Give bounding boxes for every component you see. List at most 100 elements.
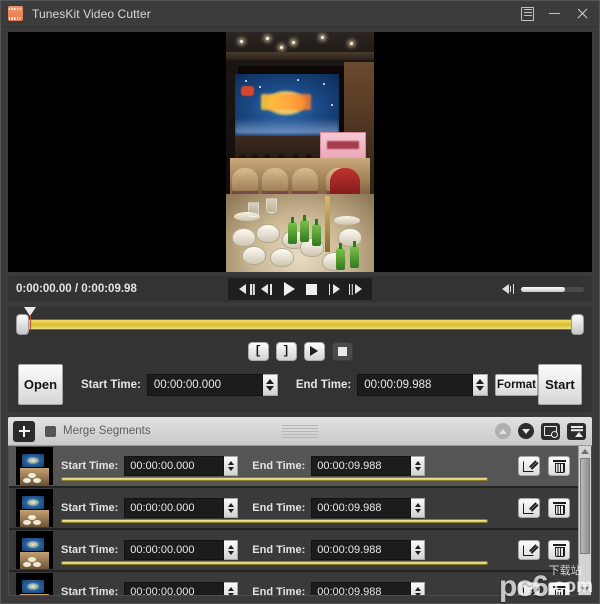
start-button[interactable]: Start — [537, 364, 583, 405]
spinner-up-icon[interactable] — [414, 545, 421, 549]
end-time-field[interactable]: 00:00:09.988 — [357, 373, 489, 396]
stage-screen — [235, 74, 339, 136]
speaker-icon[interactable] — [502, 283, 515, 295]
row-start-stepper[interactable] — [224, 456, 239, 476]
drag-grip-icon[interactable] — [282, 424, 318, 438]
spinner-up-icon[interactable] — [414, 503, 421, 507]
ceiling — [226, 32, 374, 66]
end-time-stepper[interactable] — [473, 373, 489, 396]
row-range-bar[interactable] — [61, 519, 488, 523]
row-start-input[interactable]: 00:00:00.000 — [124, 540, 225, 560]
minimize-button[interactable] — [541, 3, 568, 25]
trash-icon[interactable] — [548, 456, 570, 476]
row-start-stepper[interactable] — [224, 498, 239, 518]
row-end-input[interactable]: 00:00:09.988 — [311, 582, 412, 595]
spinner-up-icon[interactable] — [265, 378, 274, 384]
previous-frame-button[interactable] — [235, 279, 255, 299]
row-range-bar[interactable] — [61, 477, 488, 481]
set-end-marker-button[interactable]: ] — [275, 341, 297, 361]
next-frame-button[interactable] — [345, 279, 365, 299]
stop-button[interactable] — [301, 279, 321, 299]
transport-controls — [228, 278, 372, 300]
scroll-up-arrow-icon[interactable] — [581, 449, 589, 454]
trim-end-handle-icon[interactable] — [571, 314, 584, 335]
volume-slider[interactable] — [521, 286, 584, 292]
menu-button[interactable] — [514, 3, 541, 25]
edit-icon[interactable] — [518, 498, 540, 518]
row-start-stepper[interactable] — [224, 540, 239, 560]
row-start-stepper[interactable] — [224, 582, 239, 595]
row-end-stepper[interactable] — [411, 498, 426, 518]
spinner-up-icon[interactable] — [227, 587, 234, 591]
end-time-label: End Time: — [295, 378, 352, 391]
move-down-button[interactable] — [518, 423, 534, 439]
timeline-track[interactable] — [22, 319, 578, 330]
edit-icon[interactable] — [518, 456, 540, 476]
play-button[interactable] — [279, 279, 299, 299]
scrollbar-thumb[interactable] — [580, 458, 590, 554]
row-end-input[interactable]: 00:00:09.988 — [311, 540, 412, 560]
spinner-down-icon[interactable] — [414, 593, 421, 595]
stop-preview-button[interactable] — [331, 341, 353, 361]
edit-icon[interactable] — [518, 582, 540, 595]
table-row[interactable]: Start Time: 00:00:00.000 End Time: 00:00… — [9, 572, 578, 595]
scrollbar-icon[interactable] — [578, 446, 591, 595]
move-up-button[interactable] — [495, 423, 511, 439]
trash-icon[interactable] — [548, 540, 570, 560]
spinner-down-icon[interactable] — [414, 467, 421, 471]
set-start-marker-button[interactable]: [ — [247, 341, 269, 361]
volume-control[interactable] — [502, 283, 584, 295]
spinner-down-icon[interactable] — [414, 551, 421, 555]
minimize-icon — [549, 12, 560, 15]
segments-header: Merge Segments — [8, 417, 592, 446]
start-time-input[interactable]: 00:00:00.000 — [146, 373, 263, 396]
trash-icon[interactable] — [548, 498, 570, 518]
spinner-down-icon[interactable] — [476, 385, 485, 391]
end-time-input[interactable]: 00:00:09.988 — [357, 373, 474, 396]
row-end-input[interactable]: 00:00:09.988 — [311, 498, 412, 518]
marker-buttons: [ ] — [8, 339, 592, 363]
step-forward-button[interactable] — [323, 279, 343, 299]
row-start-input[interactable]: 00:00:00.000 — [124, 456, 225, 476]
spinner-up-icon[interactable] — [227, 503, 234, 507]
spinner-down-icon[interactable] — [227, 593, 234, 595]
row-end-stepper[interactable] — [411, 456, 426, 476]
open-button[interactable]: Open — [18, 364, 63, 405]
spinner-down-icon[interactable] — [227, 509, 234, 513]
close-button[interactable] — [568, 3, 595, 25]
timeline-row[interactable] — [16, 307, 584, 339]
add-segment-button[interactable] — [13, 420, 35, 442]
list-options-button[interactable] — [567, 422, 586, 440]
spinner-down-icon[interactable] — [227, 467, 234, 471]
table-row[interactable]: Start Time: 00:00:00.000 End Time: 00:00… — [9, 446, 578, 488]
spinner-up-icon[interactable] — [227, 461, 234, 465]
table-row[interactable]: Start Time: 00:00:00.000 End Time: 00:00… — [9, 488, 578, 530]
preview-segment-button[interactable] — [303, 341, 325, 361]
skip-back-frame-icon — [238, 283, 252, 295]
merge-segments-checkbox[interactable] — [45, 425, 56, 437]
spinner-down-icon[interactable] — [414, 509, 421, 513]
edit-icon[interactable] — [518, 540, 540, 560]
row-start-input[interactable]: 00:00:00.000 — [124, 582, 225, 595]
scroll-down-arrow-icon[interactable] — [581, 587, 589, 592]
spinner-up-icon[interactable] — [227, 545, 234, 549]
row-end-stepper[interactable] — [411, 582, 426, 595]
step-back-button[interactable] — [257, 279, 277, 299]
video-preview-stage[interactable] — [8, 32, 592, 272]
output-folder-button[interactable] — [541, 422, 560, 440]
spinner-up-icon[interactable] — [476, 378, 485, 384]
trash-icon[interactable] — [548, 582, 570, 595]
format-button[interactable]: Format — [495, 373, 538, 396]
spinner-up-icon[interactable] — [414, 461, 421, 465]
row-start-input[interactable]: 00:00:00.000 — [124, 498, 225, 518]
row-end-stepper[interactable] — [411, 540, 426, 560]
playhead-marker-icon[interactable] — [24, 307, 37, 329]
row-range-bar[interactable] — [61, 561, 488, 565]
spinner-down-icon[interactable] — [227, 551, 234, 555]
start-time-field[interactable]: 00:00:00.000 — [146, 373, 278, 396]
spinner-down-icon[interactable] — [265, 385, 274, 391]
row-end-input[interactable]: 00:00:09.988 — [311, 456, 412, 476]
start-time-stepper[interactable] — [262, 373, 278, 396]
spinner-up-icon[interactable] — [414, 587, 421, 591]
table-row[interactable]: Start Time: 00:00:00.000 End Time: 00:00… — [9, 530, 578, 572]
